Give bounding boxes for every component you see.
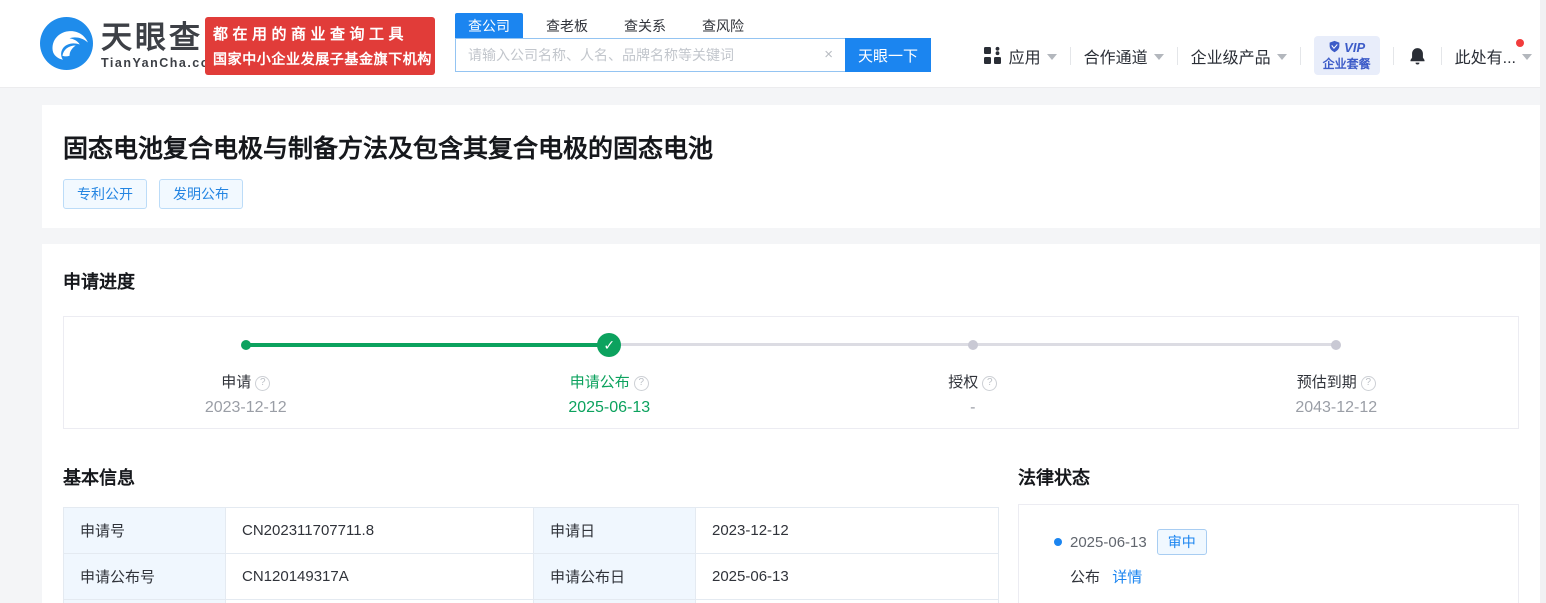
step-date: 2023-12-12 [205, 397, 287, 419]
status-badge: 审中 [1157, 529, 1207, 555]
nav-divider [1441, 47, 1442, 65]
search-tab-boss[interactable]: 查老板 [533, 13, 601, 38]
step-date: - [970, 397, 975, 419]
legal-status-heading: 法律状态 [1018, 466, 1519, 491]
legal-status-section: 法律状态 2025-06-13 审中 公布 详情 [1018, 466, 1519, 603]
application-progress-timeline: 申请 ? 2023-12-12 ✓ 申请公布 ? 2025-06-13 [63, 316, 1519, 429]
legal-event-label: 公布 [1070, 569, 1100, 586]
basic-info-table: 申请号 CN202311707711.8 申请日 2023-12-12 申请公布… [63, 507, 999, 603]
nav-divider [1393, 47, 1394, 65]
step-label: 申请 [221, 373, 251, 393]
nav-more-label: 此处有... [1455, 44, 1516, 68]
table-row: 申请公布号 CN120149317A 申请公布日 2025-06-13 [64, 554, 999, 600]
table-row: 申请号 CN202311707711.8 申请日 2023-12-12 [64, 508, 999, 554]
search-input[interactable] [455, 38, 845, 72]
nav-divider [1070, 47, 1071, 65]
vip-label: VIP [1344, 41, 1365, 55]
site-header: 天眼查 TianYanCha.com 都在用的商业查询工具 国家中小企业发展子基… [0, 0, 1546, 88]
cell-publication-date-label: 申请公布日 [534, 554, 696, 600]
nav-enterprise[interactable]: 企业级产品 [1191, 44, 1287, 68]
chevron-down-icon [1047, 54, 1057, 60]
search-tab-risk[interactable]: 查风险 [689, 13, 757, 38]
slogan-banner: 都在用的商业查询工具 国家中小企业发展子基金旗下机构 [205, 17, 435, 75]
patent-title-card: 固态电池复合电极与制备方法及包含其复合电极的固态电池 专利公开 发明公布 [42, 105, 1540, 228]
chevron-down-icon [1154, 54, 1164, 60]
page-content: 固态电池复合电极与制备方法及包含其复合电极的固态电池 专利公开 发明公布 申请进… [0, 105, 1546, 603]
cell-publication-number-label: 申请公布号 [64, 554, 226, 600]
patent-title: 固态电池复合电极与制备方法及包含其复合电极的固态电池 [63, 132, 1519, 166]
nav-apps[interactable]: 应用 [983, 44, 1057, 68]
basic-info-heading: 基本信息 [63, 466, 998, 491]
notification-bell-icon[interactable] [1407, 45, 1428, 67]
help-icon[interactable]: ? [255, 376, 270, 391]
nav-more[interactable]: 此处有... [1455, 44, 1532, 68]
cell-publication-number-value: CN120149317A [226, 554, 534, 600]
cell-publication-date-value: 2025-06-13 [696, 554, 999, 600]
tianyancha-logo[interactable]: 天眼查 TianYanCha.com [40, 17, 223, 75]
notification-red-dot [1516, 39, 1524, 47]
chevron-down-icon [1277, 54, 1287, 60]
slogan-line1: 都在用的商业查询工具 [213, 23, 427, 44]
cell-application-date-value: 2023-12-12 [696, 508, 999, 554]
step-date: 2025-06-13 [568, 397, 650, 419]
timeline-step-publication: ✓ 申请公布 ? 2025-06-13 [428, 317, 792, 428]
step-label: 申请公布 [570, 373, 630, 393]
tianyancha-eye-icon [40, 17, 93, 75]
cell-application-date-label: 申请日 [534, 508, 696, 554]
step-date: 2043-12-12 [1295, 397, 1377, 419]
search-button[interactable]: 天眼一下 [845, 38, 931, 72]
help-icon[interactable]: ? [1361, 376, 1376, 391]
cell-application-number-value: CN202311707711.8 [226, 508, 534, 554]
slogan-line2: 国家中小企业发展子基金旗下机构 [213, 49, 427, 69]
timeline-check-icon: ✓ [597, 333, 621, 357]
legal-status-box: 2025-06-13 审中 公布 详情 [1018, 504, 1519, 603]
timeline-dot-pending [1331, 340, 1341, 350]
step-label: 授权 [948, 373, 978, 393]
table-row [64, 600, 999, 603]
timeline-step-grant: 授权 ? - [791, 317, 1155, 428]
chevron-down-icon [1522, 54, 1532, 60]
nav-divider [1177, 47, 1178, 65]
nav-cooperation-label: 合作通道 [1084, 44, 1148, 68]
basic-info-section: 基本信息 申请号 CN202311707711.8 申请日 2023-12-12… [63, 466, 998, 603]
search-tabs: 查公司 查老板 查关系 查风险 [455, 13, 931, 38]
timeline-bullet-icon [1054, 538, 1062, 546]
cell-application-number-label: 申请号 [64, 508, 226, 554]
timeline-step-application: 申请 ? 2023-12-12 [64, 317, 428, 428]
detail-link[interactable]: 详情 [1112, 569, 1142, 586]
legal-status-date: 2025-06-13 [1070, 534, 1147, 551]
top-nav: 应用 合作通道 企业级产品 VIP 企业套餐 [983, 36, 1532, 75]
vip-package-label: 企业套餐 [1323, 57, 1371, 71]
tag-invention-publication[interactable]: 发明公布 [159, 179, 243, 209]
help-icon[interactable]: ? [982, 376, 997, 391]
timeline-step-expiry: 预估到期 ? 2043-12-12 [1155, 317, 1519, 428]
progress-heading: 申请进度 [63, 270, 1519, 295]
nav-cooperation[interactable]: 合作通道 [1084, 44, 1164, 68]
timeline-dot-pending [968, 340, 978, 350]
vip-shield-icon [1328, 40, 1344, 56]
nav-enterprise-label: 企业级产品 [1191, 44, 1271, 68]
patent-tags: 专利公开 发明公布 [63, 179, 1519, 209]
search-tab-relation[interactable]: 查关系 [611, 13, 679, 38]
apps-grid-icon [983, 46, 1002, 65]
step-label: 预估到期 [1297, 373, 1357, 393]
search-tab-company[interactable]: 查公司 [455, 13, 523, 38]
clear-search-icon[interactable]: × [824, 46, 833, 64]
legal-status-item: 2025-06-13 审中 [1054, 529, 1518, 555]
help-icon[interactable]: ? [634, 376, 649, 391]
vip-package-button[interactable]: VIP 企业套餐 [1314, 36, 1380, 75]
tag-patent-publication[interactable]: 专利公开 [63, 179, 147, 209]
nav-apps-label: 应用 [1009, 44, 1041, 68]
nav-divider [1300, 47, 1301, 65]
page-scrollbar[interactable] [1540, 0, 1546, 603]
patent-detail-card: 申请进度 申请 ? 2023-12-12 ✓ 申请公布 ? [42, 244, 1540, 603]
header-search: 查公司 查老板 查关系 查风险 × 天眼一下 [455, 13, 931, 72]
timeline-dot-done [241, 340, 251, 350]
